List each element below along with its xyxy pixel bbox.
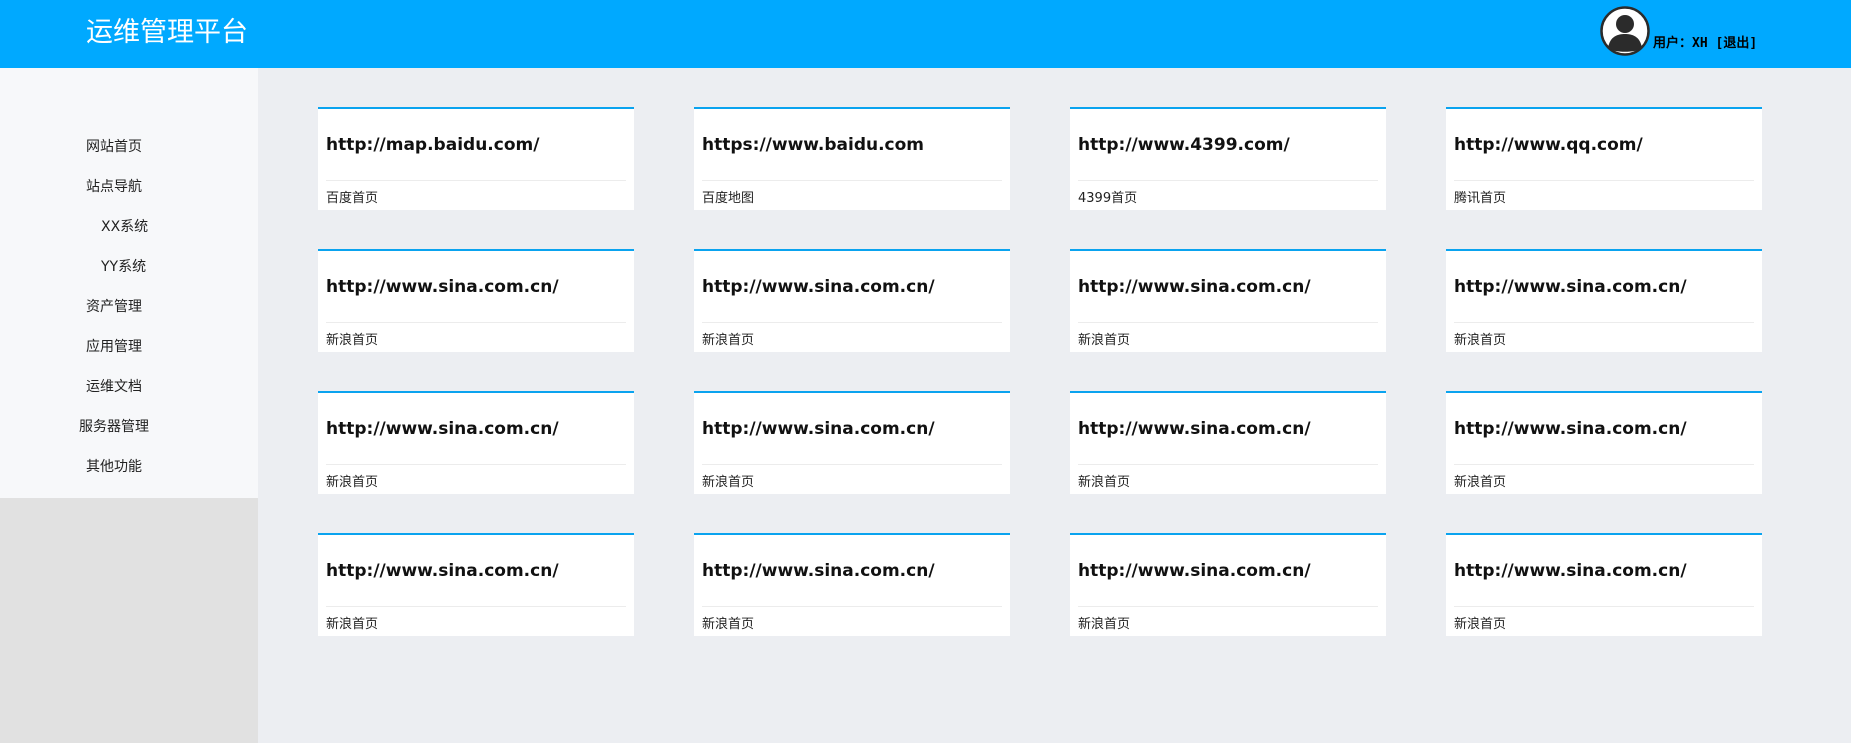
divider — [1454, 464, 1754, 465]
site-card-name: 新浪首页 — [1078, 475, 1131, 490]
site-card-name: 新浪首页 — [326, 617, 379, 632]
sidebar-item-ops-docs[interactable]: 运维文档 — [0, 367, 258, 407]
site-card-url[interactable]: http://www.sina.com.cn/ — [1454, 419, 1687, 439]
site-card-name: 百度地图 — [702, 191, 755, 206]
site-card[interactable]: http://www.sina.com.cn/新浪首页 — [694, 533, 1010, 636]
user-avatar-icon[interactable] — [1600, 6, 1650, 56]
sidebar-item-yy-system[interactable]: YY系统 — [0, 247, 258, 287]
site-card[interactable]: http://www.4399.com/4399首页 — [1070, 107, 1386, 210]
site-card[interactable]: http://www.sina.com.cn/新浪首页 — [318, 533, 634, 636]
sidebar-nav: 网站首页 站点导航 XX系统 YY系统 资产管理 应用管理 运维文档 服务器管理… — [0, 127, 258, 487]
site-card-url[interactable]: http://www.sina.com.cn/ — [1454, 561, 1687, 581]
divider — [702, 322, 1002, 323]
site-card-name: 新浪首页 — [1454, 617, 1507, 632]
logout-link[interactable]: [退出] — [1716, 36, 1758, 51]
sidebar-item-asset-management[interactable]: 资产管理 — [0, 287, 258, 327]
divider — [702, 606, 1002, 607]
site-card[interactable]: http://www.sina.com.cn/新浪首页 — [1070, 249, 1386, 352]
main-content: http://map.baidu.com/百度首页 https://www.ba… — [258, 68, 1851, 743]
user-label: 用户： — [1653, 36, 1693, 51]
sidebar-empty-area — [0, 498, 258, 743]
site-card-name: 新浪首页 — [1078, 617, 1131, 632]
site-card-url[interactable]: http://www.sina.com.cn/ — [326, 419, 559, 439]
site-card-url[interactable]: http://www.qq.com/ — [1454, 135, 1643, 155]
site-card-grid: http://map.baidu.com/百度首页 https://www.ba… — [318, 107, 1762, 636]
sidebar-item-server-management[interactable]: 服务器管理 — [0, 407, 258, 447]
site-card[interactable]: http://map.baidu.com/百度首页 — [318, 107, 634, 210]
sidebar: 网站首页 站点导航 XX系统 YY系统 资产管理 应用管理 运维文档 服务器管理… — [0, 68, 258, 498]
site-card-name: 新浪首页 — [1454, 333, 1507, 348]
divider — [1078, 322, 1378, 323]
site-card-url[interactable]: http://map.baidu.com/ — [326, 135, 539, 155]
sidebar-item-home[interactable]: 网站首页 — [0, 127, 258, 167]
divider — [326, 606, 626, 607]
site-card-url[interactable]: http://www.sina.com.cn/ — [702, 561, 935, 581]
site-card-url[interactable]: http://www.sina.com.cn/ — [1454, 277, 1687, 297]
site-card-name: 新浪首页 — [326, 475, 379, 490]
site-card[interactable]: http://www.sina.com.cn/新浪首页 — [694, 391, 1010, 494]
site-card-url[interactable]: http://www.sina.com.cn/ — [1078, 419, 1311, 439]
divider — [1454, 322, 1754, 323]
site-card-url[interactable]: http://www.sina.com.cn/ — [702, 419, 935, 439]
divider — [326, 464, 626, 465]
divider — [1078, 180, 1378, 181]
site-card[interactable]: http://www.sina.com.cn/新浪首页 — [318, 249, 634, 352]
site-card-url[interactable]: http://www.sina.com.cn/ — [702, 277, 935, 297]
site-card-name: 新浪首页 — [326, 333, 379, 348]
site-card-url[interactable]: http://www.4399.com/ — [1078, 135, 1290, 155]
sidebar-item-xx-system[interactable]: XX系统 — [0, 207, 258, 247]
site-card-name: 腾讯首页 — [1454, 191, 1507, 206]
divider — [1454, 180, 1754, 181]
divider — [1454, 606, 1754, 607]
sidebar-item-other-functions[interactable]: 其他功能 — [0, 447, 258, 487]
site-card-name: 新浪首页 — [1078, 333, 1131, 348]
user-info: 用户：XH [退出] — [1653, 32, 1757, 51]
site-card[interactable]: http://www.sina.com.cn/新浪首页 — [1446, 533, 1762, 636]
site-card-url[interactable]: http://www.sina.com.cn/ — [326, 561, 559, 581]
divider — [1078, 464, 1378, 465]
sidebar-item-app-management[interactable]: 应用管理 — [0, 327, 258, 367]
divider — [1078, 606, 1378, 607]
site-card[interactable]: http://www.sina.com.cn/新浪首页 — [1446, 249, 1762, 352]
site-card[interactable]: http://www.sina.com.cn/新浪首页 — [694, 249, 1010, 352]
site-card-name: 百度首页 — [326, 191, 379, 206]
site-card-url[interactable]: http://www.sina.com.cn/ — [326, 277, 559, 297]
site-card-url[interactable]: https://www.baidu.com — [702, 135, 924, 155]
site-card[interactable]: http://www.sina.com.cn/新浪首页 — [1070, 391, 1386, 494]
site-card-name: 新浪首页 — [702, 617, 755, 632]
divider — [326, 180, 626, 181]
site-card[interactable]: http://www.sina.com.cn/新浪首页 — [318, 391, 634, 494]
divider — [326, 322, 626, 323]
site-card[interactable]: http://www.qq.com/腾讯首页 — [1446, 107, 1762, 210]
site-card-url[interactable]: http://www.sina.com.cn/ — [1078, 277, 1311, 297]
site-card-name: 4399首页 — [1078, 191, 1138, 206]
site-card[interactable]: http://www.sina.com.cn/新浪首页 — [1070, 533, 1386, 636]
app-title: 运维管理平台 — [86, 17, 248, 48]
divider — [702, 464, 1002, 465]
site-card-url[interactable]: http://www.sina.com.cn/ — [1078, 561, 1311, 581]
site-card[interactable]: http://www.sina.com.cn/新浪首页 — [1446, 391, 1762, 494]
username: XH — [1692, 36, 1708, 51]
site-card-name: 新浪首页 — [1454, 475, 1507, 490]
top-header: 运维管理平台 用户：XH [退出] — [0, 0, 1851, 68]
site-card-name: 新浪首页 — [702, 333, 755, 348]
site-card-name: 新浪首页 — [702, 475, 755, 490]
site-card[interactable]: https://www.baidu.com 百度地图 — [694, 107, 1010, 210]
divider — [702, 180, 1002, 181]
sidebar-item-site-nav[interactable]: 站点导航 — [0, 167, 258, 207]
